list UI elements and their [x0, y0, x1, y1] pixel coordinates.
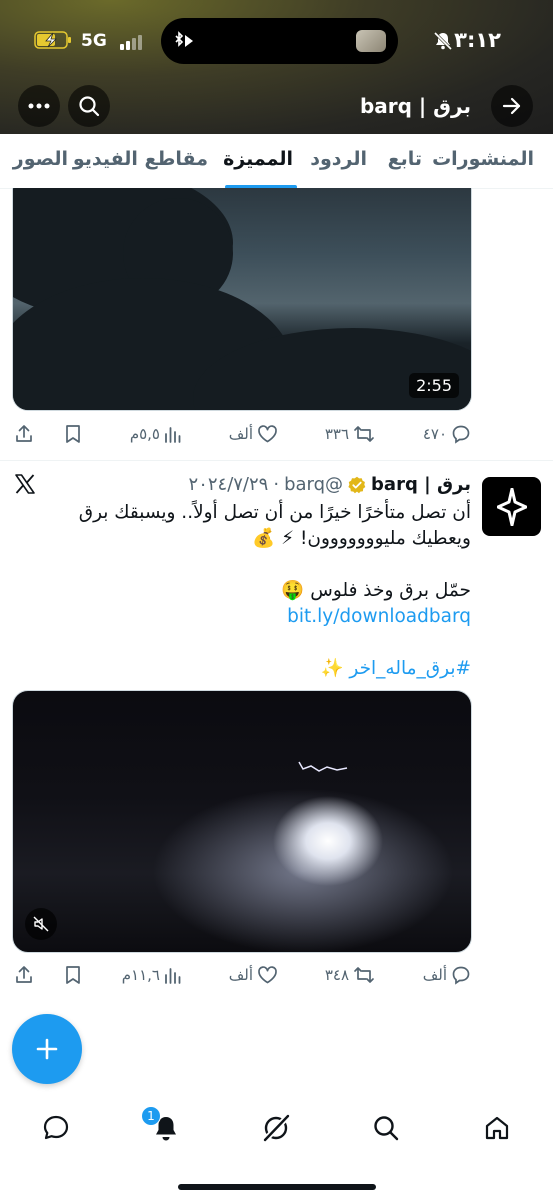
reply-button[interactable]: ٤٧٠: [423, 420, 471, 448]
repost-icon: [354, 426, 374, 442]
separator-dot: ·: [273, 474, 280, 495]
post-hashtag[interactable]: #برق_ماله_اخر ✨: [21, 656, 471, 682]
bell-slash-icon: [433, 31, 453, 51]
battery-charging-icon: [34, 31, 71, 49]
post-header: برق | barq @barq · ٢٠٢٤/٧/٢٩: [189, 474, 471, 495]
home-icon: [485, 1116, 509, 1140]
verified-badge-icon: [348, 476, 366, 493]
compose-button[interactable]: [12, 1014, 82, 1084]
reply-icon: [452, 966, 470, 985]
bluetooth-play-icon: [175, 31, 193, 47]
post-actions: ألف ٣٤٨ ألف ١١,٦م: [0, 961, 553, 989]
grok-slash-icon: [263, 1114, 290, 1142]
like-button[interactable]: ألف: [229, 961, 278, 989]
views-button[interactable]: ١١,٦م: [122, 961, 182, 989]
share-button[interactable]: [14, 420, 34, 448]
home-indicator: [178, 1184, 376, 1190]
nav-home[interactable]: [479, 1112, 515, 1144]
post-text-line: أن تصل متأخرًا خيرًا من أن تصل أولاً.. و…: [78, 502, 471, 523]
like-count: ألف: [228, 425, 253, 443]
views-icon: [165, 968, 181, 984]
mute-button[interactable]: [25, 908, 57, 940]
nav-grok[interactable]: [258, 1112, 294, 1144]
post-link[interactable]: bit.ly/downloadbarq: [21, 604, 471, 630]
share-button[interactable]: [14, 961, 34, 989]
post-text-line: ويعطيك مليووووووون! ⚡ 💰: [252, 528, 471, 549]
tab-posts[interactable]: المنشورات: [432, 148, 534, 170]
nav-messages[interactable]: [38, 1112, 74, 1144]
reply-count: ٤٧٠: [422, 425, 447, 443]
video-duration: 2:55: [409, 373, 459, 398]
media-thumbnail: [356, 30, 386, 52]
tab-following[interactable]: تابع: [388, 148, 422, 170]
post-video[interactable]: [12, 690, 472, 953]
repost-icon: [354, 967, 374, 983]
bookmark-button[interactable]: [64, 420, 82, 448]
bookmark-icon: [66, 966, 80, 984]
views-icon: [165, 427, 181, 443]
speaker-muted-icon: [33, 916, 49, 932]
reply-icon: [452, 425, 470, 444]
profile-title: برق | barq: [359, 94, 471, 118]
barq-logo-icon: [496, 487, 527, 526]
reply-count: ألف: [422, 966, 447, 984]
view-count: ١١,٦م: [121, 966, 160, 984]
avatar[interactable]: [482, 477, 541, 536]
repost-count: ٣٣٦: [324, 425, 349, 443]
status-time: ٣:١٢: [454, 28, 501, 52]
nav-search[interactable]: [368, 1112, 404, 1144]
post-actions: ٤٧٠ ٣٣٦ ألف ٥,٥م: [0, 420, 553, 448]
post-text-line: حمّل برق وخذ فلوس 🤑: [281, 580, 471, 601]
like-button[interactable]: ألف: [229, 420, 278, 448]
repost-button[interactable]: ٣٣٦: [325, 420, 375, 448]
notification-badge: 1: [141, 1106, 161, 1126]
post-divider: [0, 460, 553, 461]
arrow-right-icon: [502, 97, 521, 115]
post-video[interactable]: 2:55: [12, 188, 472, 411]
bookmark-icon: [66, 425, 80, 443]
heart-icon: [258, 966, 277, 984]
lightning-streak: [298, 761, 348, 772]
tab-highlights[interactable]: المميزة: [223, 148, 293, 170]
back-button[interactable]: [491, 85, 533, 127]
view-count: ٥,٥م: [129, 425, 160, 443]
heart-icon: [258, 425, 277, 443]
tab-videos[interactable]: مقاطع الفيديو: [73, 148, 208, 170]
like-count: ألف: [228, 966, 253, 984]
profile-tabs: المنشورات تابع الردود المميزة مقاطع الفي…: [0, 134, 553, 189]
search-button[interactable]: [68, 85, 110, 127]
bookmark-button[interactable]: [64, 961, 82, 989]
reply-button[interactable]: ألف: [423, 961, 471, 989]
search-icon: [374, 1116, 399, 1141]
chat-bubble-icon: [43, 1115, 69, 1140]
plus-icon: [36, 1038, 58, 1060]
repost-button[interactable]: ٣٤٨: [325, 961, 375, 989]
share-icon: [16, 966, 32, 983]
dynamic-island: [161, 18, 398, 64]
more-icon: [28, 103, 50, 109]
tab-photos[interactable]: الصور: [13, 148, 68, 170]
handle[interactable]: @barq: [284, 474, 343, 495]
x-logo-icon: [15, 474, 35, 494]
repost-count: ٣٤٨: [324, 966, 349, 984]
more-button[interactable]: [18, 85, 60, 127]
display-name[interactable]: برق | barq: [371, 474, 471, 495]
signal-icon: [120, 35, 142, 50]
views-button[interactable]: ٥,٥م: [130, 420, 182, 448]
post-date: ٢٠٢٤/٧/٢٩: [188, 474, 269, 495]
profile-banner: ٣:١٢ 5G برق | barq: [0, 0, 553, 134]
search-icon: [79, 96, 100, 117]
tab-replies[interactable]: الردود: [310, 148, 367, 170]
network-type: 5G: [81, 31, 107, 51]
share-icon: [16, 425, 32, 442]
